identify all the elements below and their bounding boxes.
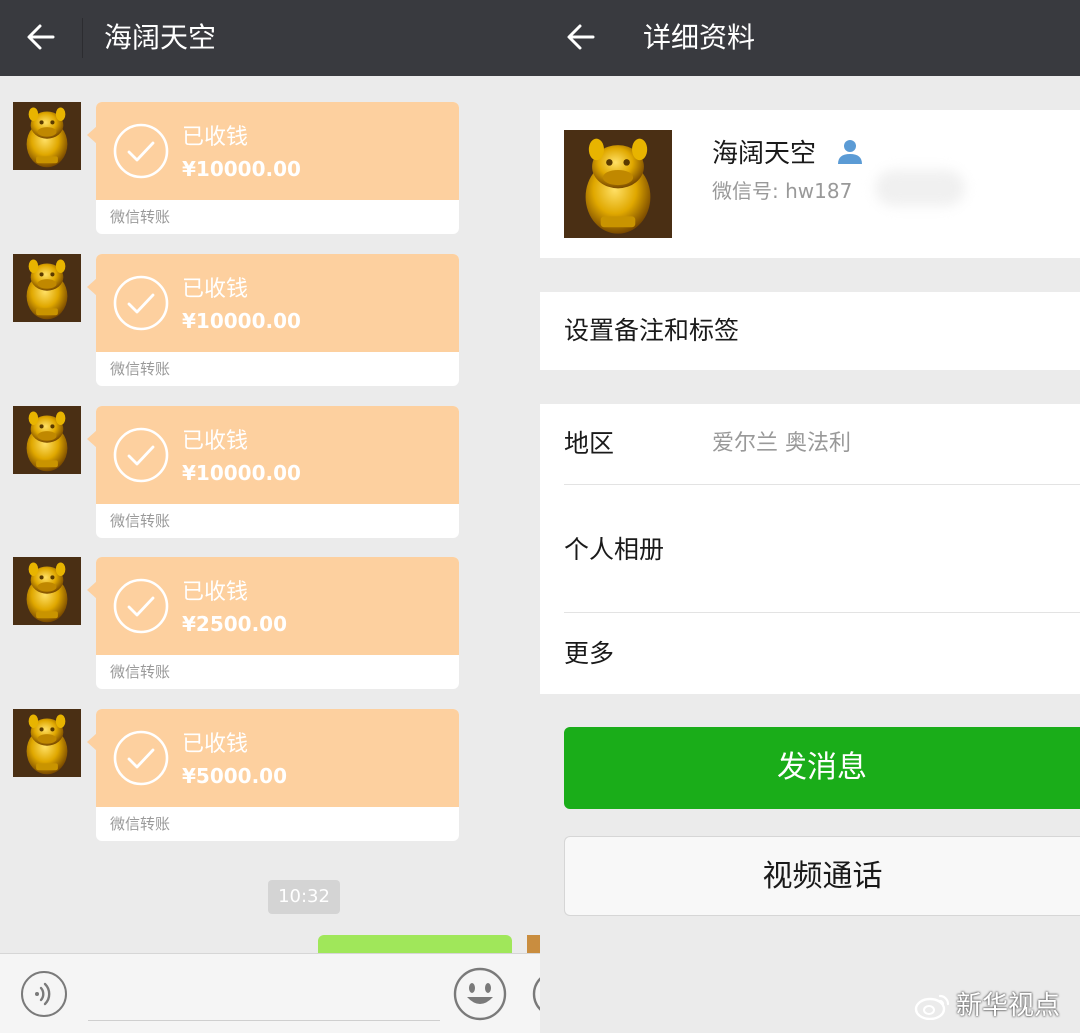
transfer-amount: ¥10000.00 xyxy=(182,309,301,333)
transfer-footer: 微信转账 xyxy=(110,512,171,530)
check-circle-icon xyxy=(112,577,170,635)
user-icon xyxy=(836,138,864,166)
transfer-bubble[interactable]: 已收钱 ¥10000.00 微信转账 xyxy=(87,102,459,234)
contact-avatar[interactable] xyxy=(13,709,81,777)
chat-top-bar: 海阔天空 xyxy=(0,0,540,76)
remark-row[interactable]: 设置备注和标签 xyxy=(540,292,1080,370)
message-input[interactable] xyxy=(88,1020,440,1021)
contact-avatar[interactable] xyxy=(13,406,81,474)
transfer-status: 已收钱 xyxy=(182,580,249,605)
profile-header-card: 海阔天空 微信号: hw187 xyxy=(540,110,1080,258)
info-card: 地区 爱尔兰 奥法利 个人相册 更多 xyxy=(540,404,1080,694)
profile-panel: 详细资料 海阔天空 微信号: hw187 设置备注和标签 地区 爱尔兰 奥法利 … xyxy=(540,0,1080,1033)
chat-title: 海阔天空 xyxy=(104,21,217,54)
region-value: 爱尔兰 奥法利 xyxy=(712,431,851,456)
check-circle-icon xyxy=(112,274,170,332)
watermark-text: 新华视点 xyxy=(956,991,1061,1021)
weibo-icon xyxy=(914,992,952,1021)
redaction-blur xyxy=(875,170,965,206)
wechat-id: 微信号: hw187 xyxy=(712,179,853,203)
transfer-footer: 微信转账 xyxy=(110,208,171,226)
profile-name: 海阔天空 xyxy=(712,139,817,169)
video-call-button[interactable]: 视频通话 xyxy=(564,836,1080,916)
transfer-footer: 微信转账 xyxy=(110,360,171,378)
check-circle-icon xyxy=(112,122,170,180)
check-circle-icon xyxy=(112,729,170,787)
transfer-bubble[interactable]: 已收钱 ¥2500.00 微信转账 xyxy=(87,557,459,689)
transfer-bubble-body: 已收钱 ¥5000.00 xyxy=(96,709,459,807)
profile-avatar[interactable] xyxy=(564,130,672,238)
back-arrow-icon[interactable] xyxy=(566,22,596,52)
chat-input-bar xyxy=(0,953,540,1033)
transfer-status: 已收钱 xyxy=(182,429,249,454)
transfer-footer: 微信转账 xyxy=(110,663,171,681)
remark-label: 设置备注和标签 xyxy=(564,316,740,345)
title-separator xyxy=(82,18,83,58)
more-options-button[interactable] xyxy=(530,968,540,1020)
transfer-status: 已收钱 xyxy=(182,732,249,757)
transfer-footer: 微信转账 xyxy=(110,815,171,833)
contact-avatar[interactable] xyxy=(13,102,81,170)
voice-input-button[interactable] xyxy=(20,970,68,1018)
row-divider xyxy=(564,484,1080,485)
album-row[interactable]: 个人相册 xyxy=(564,532,664,568)
transfer-bubble[interactable]: 已收钱 ¥10000.00 微信转账 xyxy=(87,254,459,386)
profile-title: 详细资料 xyxy=(643,21,756,54)
transfer-bubble-body: 已收钱 ¥2500.00 xyxy=(96,557,459,655)
transfer-status: 已收钱 xyxy=(182,277,249,302)
voice-icon xyxy=(35,992,39,996)
list-item: 已收钱 ¥10000.00 微信转账 xyxy=(0,254,540,390)
transfer-bubble-body: 已收钱 ¥10000.00 xyxy=(96,406,459,504)
back-arrow-icon[interactable] xyxy=(26,22,56,52)
list-item: 已收钱 ¥10000.00 微信转账 xyxy=(0,406,540,542)
transfer-amount: ¥2500.00 xyxy=(182,612,288,636)
more-row[interactable]: 更多 xyxy=(564,636,614,672)
transfer-bubble[interactable]: 已收钱 ¥10000.00 微信转账 xyxy=(87,406,459,538)
contact-avatar[interactable] xyxy=(13,557,81,625)
check-circle-icon xyxy=(112,426,170,484)
list-item: 已收钱 ¥10000.00 微信转账 xyxy=(0,102,540,238)
transfer-bubble[interactable]: 已收钱 ¥5000.00 微信转账 xyxy=(87,709,459,841)
list-item: 已收钱 ¥5000.00 微信转账 xyxy=(0,709,540,845)
transfer-status: 已收钱 xyxy=(182,125,249,150)
contact-avatar[interactable] xyxy=(13,254,81,322)
transfer-bubble-body: 已收钱 ¥10000.00 xyxy=(96,254,459,352)
send-message-button[interactable]: 发消息 xyxy=(564,727,1080,809)
transfer-amount: ¥5000.00 xyxy=(182,764,288,788)
row-divider xyxy=(564,612,1080,613)
message-timestamp: 10:32 xyxy=(268,880,340,914)
region-label: 地区 xyxy=(564,429,615,458)
profile-top-bar: 详细资料 xyxy=(540,0,1080,76)
emoji-button[interactable] xyxy=(452,966,508,1022)
transfer-amount: ¥10000.00 xyxy=(182,461,301,485)
transfer-bubble-body: 已收钱 ¥10000.00 xyxy=(96,102,459,200)
list-item: 已收钱 ¥2500.00 微信转账 xyxy=(0,557,540,693)
transfer-amount: ¥10000.00 xyxy=(182,157,301,181)
chat-panel: 海阔天空 已收钱 ¥10000.00 微信转账 已收钱 ¥10000.00 微信转账 已收钱… xyxy=(0,0,540,1033)
